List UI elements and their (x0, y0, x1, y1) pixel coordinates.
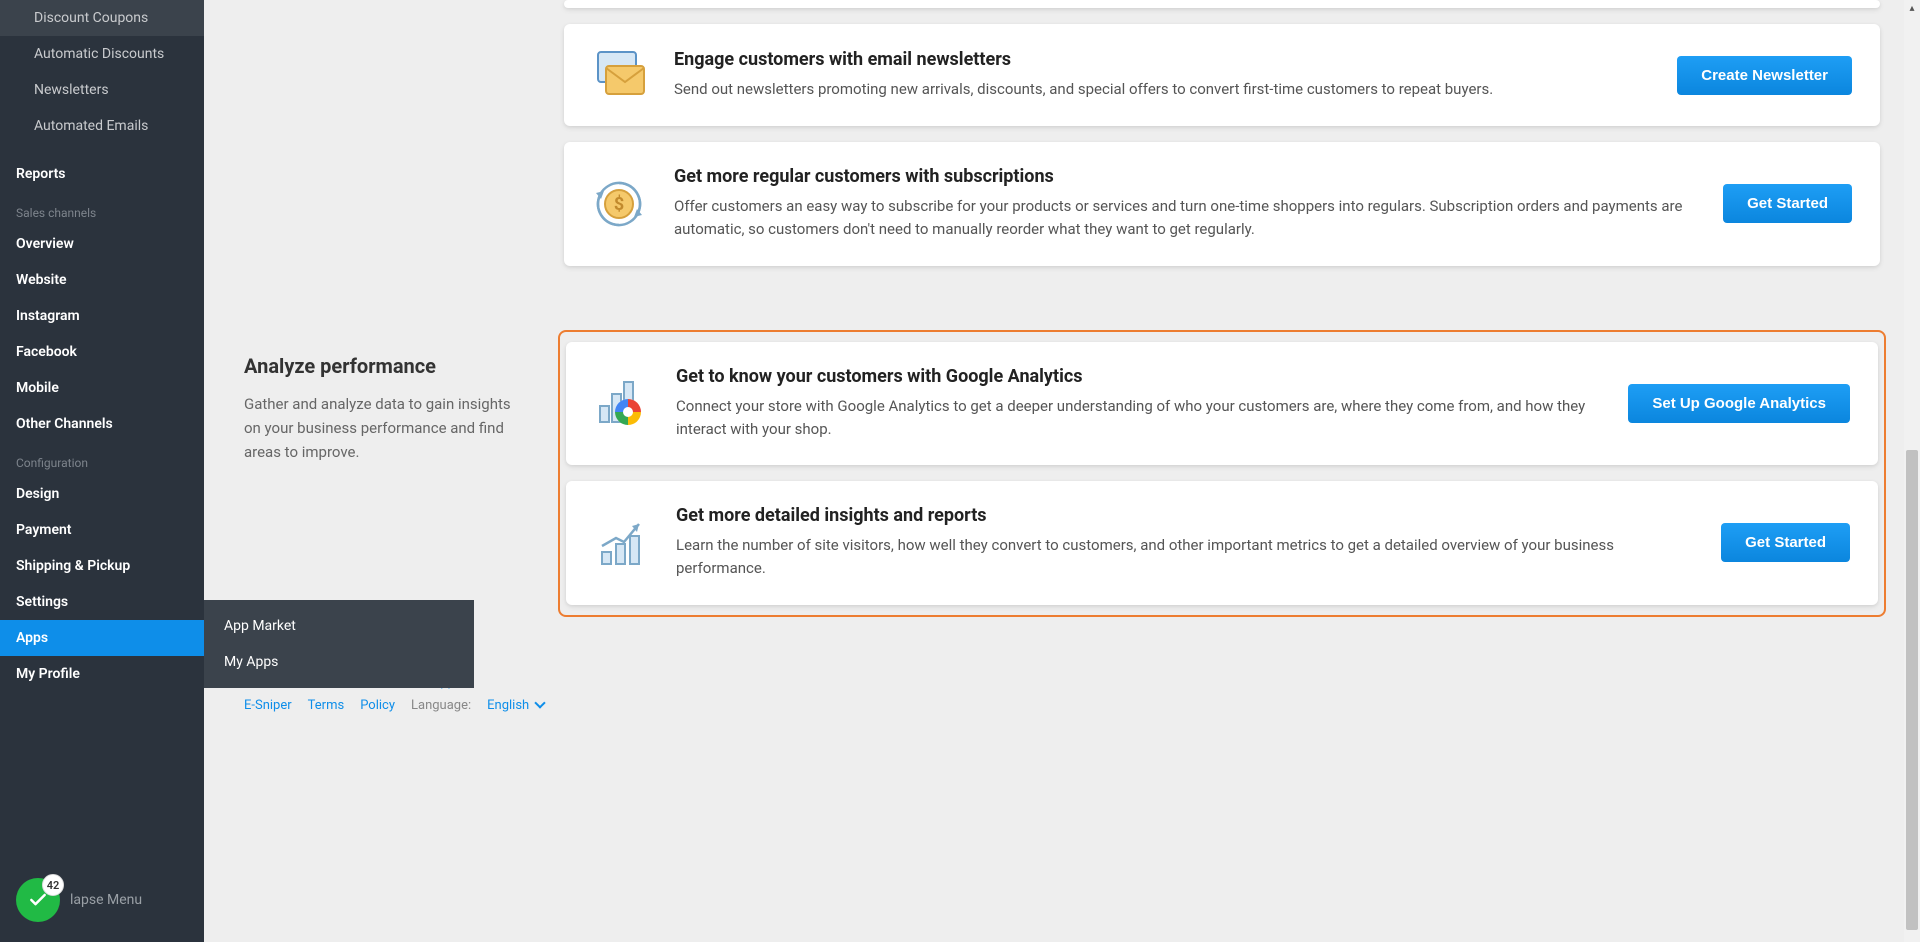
sidebar-item-apps[interactable]: Apps (0, 620, 204, 656)
chevron-down-icon (535, 697, 546, 708)
card-title: Get to know your customers with Google A… (676, 366, 1600, 387)
sidebar-item-shipping[interactable]: Shipping & Pickup (0, 548, 204, 584)
sidebar-section-sales-channels: Sales channels (0, 192, 204, 226)
footer: Store ID 82679040 Get mobile app E-Snipe… (244, 655, 1880, 713)
chart-growth-icon (594, 516, 648, 570)
insights-get-started-button[interactable]: Get Started (1721, 523, 1850, 562)
svg-text:$: $ (614, 194, 624, 215)
scrollbar[interactable]: ▴ (1904, 0, 1920, 942)
sidebar: Discount Coupons Automatic Discounts New… (0, 0, 204, 942)
section-engage: Engage customers with email newsletters … (244, 0, 1880, 282)
sidebar-item-payment[interactable]: Payment (0, 512, 204, 548)
google-analytics-icon (594, 376, 648, 430)
sidebar-subitem-newsletters[interactable]: Newsletters (0, 72, 204, 108)
apps-flyout: App Market My Apps (204, 600, 474, 688)
sidebar-item-settings[interactable]: Settings (0, 584, 204, 620)
language-label: Language: (411, 698, 471, 713)
sidebar-item-facebook[interactable]: Facebook (0, 334, 204, 370)
card-desc: Offer customers an easy way to subscribe… (674, 195, 1695, 242)
section-analyze: Analyze performance Gather and analyze d… (244, 332, 1880, 605)
sidebar-subitem-automated-emails[interactable]: Automated Emails (0, 108, 204, 144)
sidebar-item-website[interactable]: Website (0, 262, 204, 298)
sidebar-section-configuration: Configuration (0, 442, 204, 476)
main-content: Engage customers with email newsletters … (204, 0, 1920, 942)
sidebar-subitem-automatic-discounts[interactable]: Automatic Discounts (0, 36, 204, 72)
card-desc: Send out newsletters promoting new arriv… (674, 78, 1649, 101)
subscription-icon: $ (592, 177, 646, 231)
sidebar-item-reports[interactable]: Reports (0, 156, 204, 192)
badge-count: 42 (42, 874, 64, 896)
card-title: Get more detailed insights and reports (676, 505, 1693, 526)
card-title: Get more regular customers with subscrip… (674, 166, 1695, 187)
language-selector[interactable]: English (487, 698, 544, 713)
card-google-analytics: Get to know your customers with Google A… (566, 342, 1878, 466)
highlighted-analytics-group: Get to know your customers with Google A… (558, 330, 1886, 617)
collapse-menu[interactable]: 42 lapse Menu (16, 878, 142, 922)
card-desc: Connect your store with Google Analytics… (676, 395, 1600, 442)
card-newsletter: Engage customers with email newsletters … (564, 24, 1880, 126)
sidebar-item-other-channels[interactable]: Other Channels (0, 406, 204, 442)
sidebar-item-instagram[interactable]: Instagram (0, 298, 204, 334)
create-newsletter-button[interactable]: Create Newsletter (1677, 56, 1852, 95)
card-truncated (564, 0, 1880, 8)
flyout-app-market[interactable]: App Market (204, 608, 474, 644)
sidebar-item-overview[interactable]: Overview (0, 226, 204, 262)
footer-link-terms[interactable]: Terms (308, 698, 345, 713)
flyout-my-apps[interactable]: My Apps (204, 644, 474, 680)
envelope-icon (592, 48, 646, 102)
scrollbar-thumb[interactable] (1906, 450, 1918, 930)
check-badge-icon: 42 (16, 878, 60, 922)
sidebar-item-my-profile[interactable]: My Profile (0, 656, 204, 692)
subscriptions-get-started-button[interactable]: Get Started (1723, 184, 1852, 223)
sidebar-item-mobile[interactable]: Mobile (0, 370, 204, 406)
collapse-label: lapse Menu (70, 892, 142, 908)
card-insights: Get more detailed insights and reports L… (566, 481, 1878, 605)
scroll-up-arrow-icon[interactable]: ▴ (1904, 0, 1920, 16)
sidebar-subitem-discount-coupons[interactable]: Discount Coupons (0, 0, 204, 36)
card-title: Engage customers with email newsletters (674, 49, 1649, 70)
setup-google-analytics-button[interactable]: Set Up Google Analytics (1628, 384, 1850, 423)
footer-link-esniper[interactable]: E-Sniper (244, 698, 292, 713)
section-desc: Gather and analyze data to gain insights… (244, 392, 524, 464)
card-desc: Learn the number of site visitors, how w… (676, 534, 1693, 581)
card-subscriptions: $ Get more regular customers with subscr… (564, 142, 1880, 266)
sidebar-item-design[interactable]: Design (0, 476, 204, 512)
footer-link-policy[interactable]: Policy (360, 698, 395, 713)
section-title: Analyze performance (244, 354, 524, 378)
